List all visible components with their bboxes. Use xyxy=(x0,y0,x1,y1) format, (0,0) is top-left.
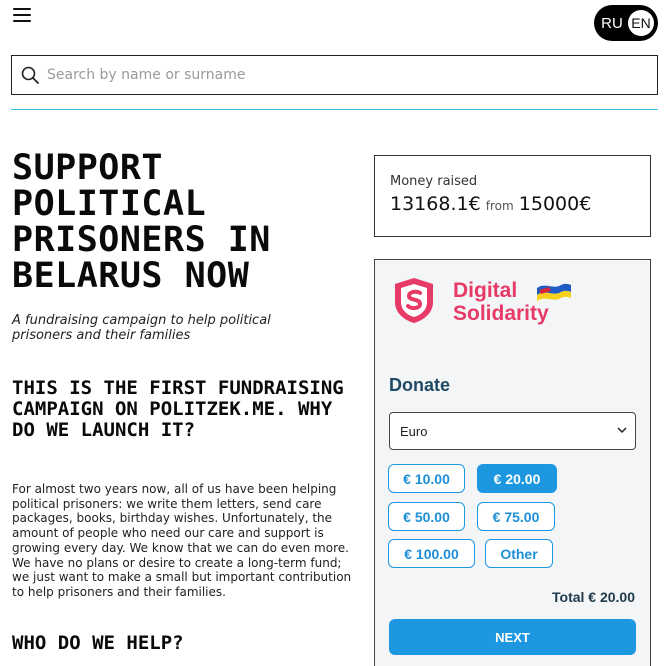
ukraine-flag-icon xyxy=(537,283,571,301)
search-icon xyxy=(21,66,39,84)
money-raised-card: Money raised 13168.1€ from 15000€ xyxy=(374,155,651,237)
search-bar xyxy=(11,55,658,95)
language-ru[interactable]: RU xyxy=(600,15,624,32)
next-button[interactable]: NEXT xyxy=(389,619,636,655)
from-word: from xyxy=(485,199,514,213)
amount-option-50[interactable]: € 50.00 xyxy=(388,502,465,531)
hamburger-menu-icon[interactable] xyxy=(13,8,31,22)
chevron-down-icon xyxy=(617,427,627,434)
amount-option-75[interactable]: € 75.00 xyxy=(477,502,555,531)
money-raised-values: 13168.1€ from 15000€ xyxy=(390,193,650,215)
amount-option-20-selected[interactable]: € 20.00 xyxy=(477,464,557,493)
donation-total: Total € 20.00 xyxy=(552,589,636,605)
goal-amount: 15000€ xyxy=(518,193,592,215)
amount-option-other[interactable]: Other xyxy=(485,539,553,568)
search-input[interactable] xyxy=(47,67,627,83)
page-subtitle: A fundraising campaign to help political… xyxy=(12,313,271,343)
header-divider xyxy=(11,109,658,110)
raised-amount: 13168.1€ xyxy=(390,193,481,215)
section-title-who: Who do we help? xyxy=(12,632,184,654)
digital-solidarity-logo-icon xyxy=(395,278,433,323)
currency-select[interactable]: Euro xyxy=(389,412,636,450)
section-title-why: This is the first fundraising campaign o… xyxy=(12,377,344,441)
currency-select-value: Euro xyxy=(400,423,428,439)
amount-option-10[interactable]: € 10.00 xyxy=(388,464,465,493)
page-title: Support political prisoners in Belarus n… xyxy=(12,148,271,296)
donate-title: Donate xyxy=(389,375,451,395)
language-en-active[interactable]: EN xyxy=(628,10,654,36)
money-raised-label: Money raised xyxy=(390,174,478,189)
language-switcher[interactable]: RU EN xyxy=(594,5,658,41)
amount-option-100[interactable]: € 100.00 xyxy=(388,539,475,568)
section-body-why: For almost two years now, all of us have… xyxy=(12,482,352,599)
